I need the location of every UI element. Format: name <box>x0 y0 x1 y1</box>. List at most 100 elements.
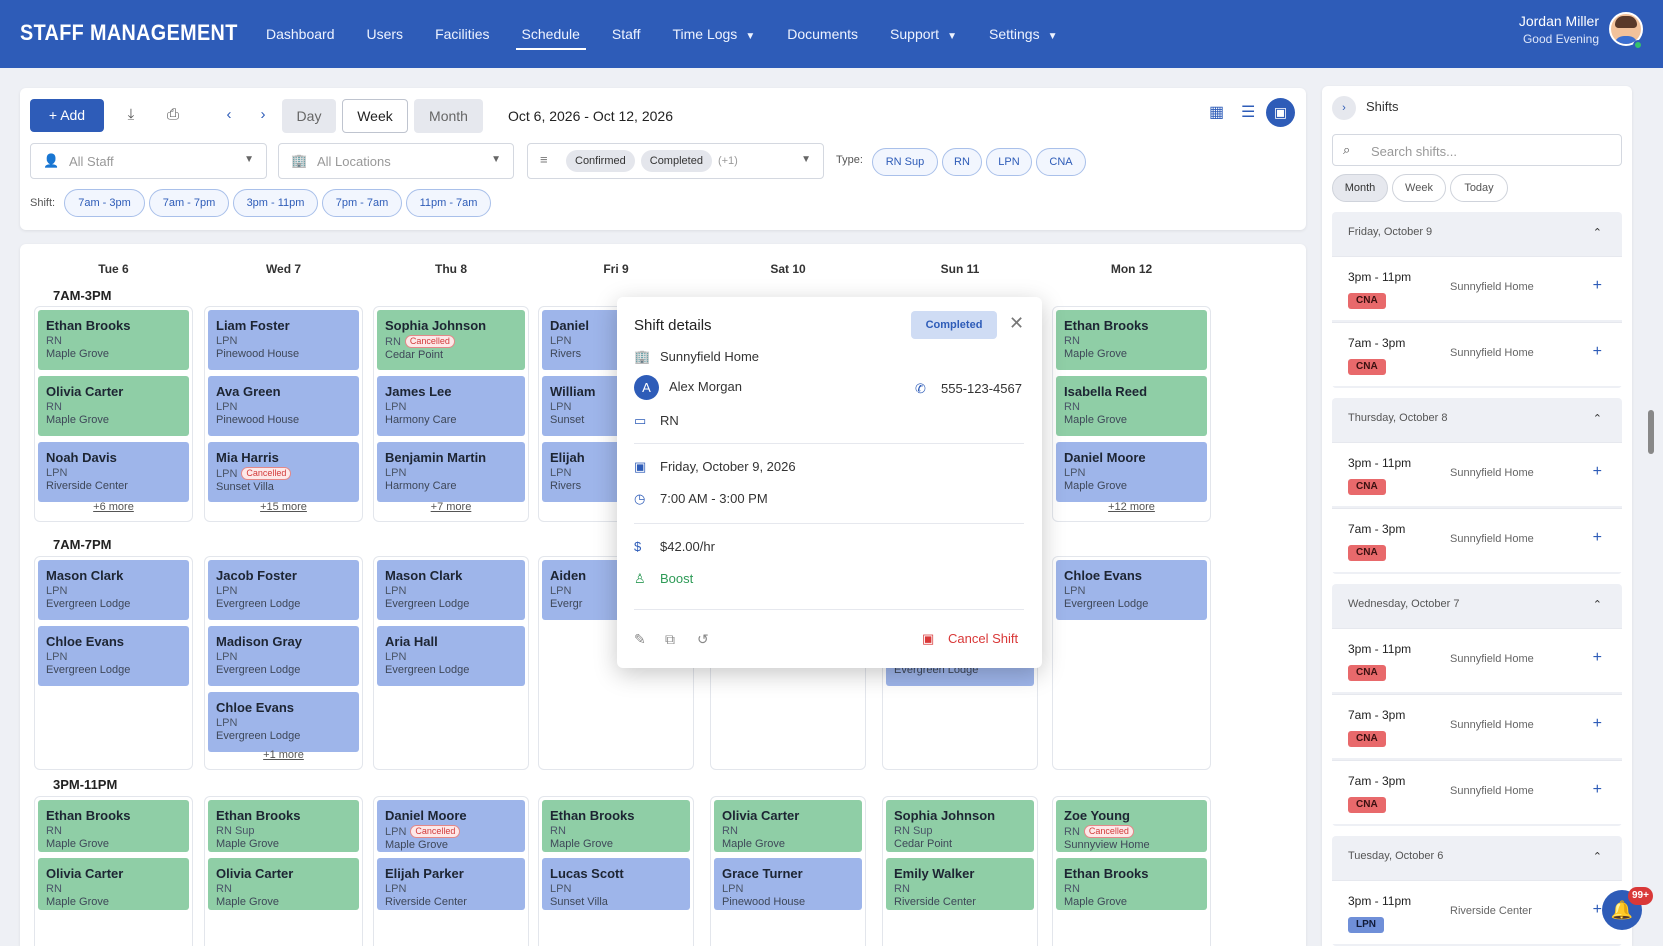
shift-card[interactable]: Noah Davis LPN Riverside Center <box>38 442 189 502</box>
shift-card[interactable]: Isabella Reed RN Maple Grove <box>1056 376 1207 436</box>
shift-card[interactable]: Ethan Brooks RN Maple Grove <box>38 310 189 370</box>
shift-list-item[interactable]: 3pm - 11pm LPN Riverside Center + <box>1332 880 1622 944</box>
shift-card[interactable]: Elijah Parker LPN Riverside Center <box>377 858 525 910</box>
list-view-icon[interactable]: ☰ <box>1241 102 1255 122</box>
edit-icon[interactable]: ✎ <box>634 631 646 648</box>
shift-card[interactable]: Ethan Brooks RN Maple Grove <box>1056 858 1207 910</box>
plus-icon[interactable]: + <box>1593 463 1602 481</box>
plus-icon[interactable]: + <box>1593 781 1602 799</box>
type-pill-lpn[interactable]: LPN <box>986 148 1032 176</box>
shift-card[interactable]: Ethan Brooks RN Maple Grove <box>1056 310 1207 370</box>
shift-pill-11pm-7am[interactable]: 11pm - 7am <box>406 189 491 217</box>
shift-card[interactable]: Olivia Carter RN Maple Grove <box>38 376 189 436</box>
shift-pill-7pm-7am[interactable]: 7pm - 7am <box>322 189 402 217</box>
shift-card[interactable]: Chloe Evans LPN Evergreen Lodge <box>1056 560 1207 620</box>
scrollbar[interactable] <box>1648 410 1654 454</box>
chevron-up-icon[interactable]: ⌃ <box>1593 226 1602 239</box>
type-pill-rn[interactable]: RN <box>942 148 982 176</box>
shift-list-item[interactable]: 3pm - 11pm CNA Sunnyfield Home + <box>1332 442 1622 506</box>
shift-card[interactable]: Daniel Moore LPN Cancelled Maple Grove <box>377 800 525 852</box>
boost-link[interactable]: Boost <box>660 571 693 586</box>
nav-item-schedule[interactable]: Schedule <box>506 0 596 68</box>
more-shifts-link[interactable]: +12 more <box>1052 501 1211 513</box>
shift-card[interactable]: Grace Turner LPN Pinewood House <box>714 858 862 910</box>
shift-pill-7am-7pm[interactable]: 7am - 7pm <box>149 189 229 217</box>
tab-today[interactable]: Today <box>1450 174 1508 202</box>
nav-item-support[interactable]: Support ▼ <box>874 0 973 68</box>
shift-card[interactable]: Chloe Evans LPN Evergreen Lodge <box>208 692 359 752</box>
boost-row[interactable]: ♙ Boost <box>634 571 693 587</box>
nav-item-dashboard[interactable]: Dashboard <box>250 0 351 68</box>
shift-card[interactable]: Olivia Carter RN Maple Grove <box>38 858 189 910</box>
shift-card[interactable]: Jacob Foster LPN Evergreen Lodge <box>208 560 359 620</box>
view-week-button[interactable]: Week <box>342 99 408 133</box>
shift-card[interactable]: Madison Gray LPN Evergreen Lodge <box>208 626 359 686</box>
prev-week-icon[interactable]: ‹ <box>216 102 242 128</box>
copy-icon[interactable]: ⧉ <box>665 631 675 648</box>
staff-name[interactable]: Alex Morgan <box>669 379 742 394</box>
nav-item-documents[interactable]: Documents <box>771 0 874 68</box>
shift-pill-7am-3pm[interactable]: 7am - 3pm <box>64 189 145 217</box>
shift-card[interactable]: Olivia Carter RN Maple Grove <box>714 800 862 852</box>
status-chip-completed[interactable]: Completed <box>640 150 712 172</box>
shift-card[interactable]: Lucas Scott LPN Sunset Villa <box>542 858 690 910</box>
shift-card[interactable]: Ava Green LPN Pinewood House <box>208 376 359 436</box>
shift-card[interactable]: Daniel Moore LPN Maple Grove <box>1056 442 1207 502</box>
shift-card[interactable]: Mason Clark LPNEvergreen Lodge <box>377 560 525 620</box>
collapse-chevron-icon[interactable]: › <box>1332 96 1356 120</box>
shift-list-item[interactable]: 3pm - 11pm CNA Sunnyfield Home + <box>1332 256 1622 320</box>
shift-card[interactable]: Liam Foster LPN Pinewood House <box>208 310 359 370</box>
user-menu[interactable]: Jordan Miller Good Evening <box>1519 12 1643 46</box>
shift-card[interactable]: Sophia Johnson RN Sup Cedar Point <box>886 800 1034 852</box>
nav-item-time-logs[interactable]: Time Logs ▼ <box>656 0 771 68</box>
next-week-icon[interactable]: › <box>250 102 276 128</box>
search-input[interactable]: ⌕ Search shifts... <box>1332 134 1622 166</box>
brand-logo[interactable]: STAFF MANAGEMENT <box>20 20 238 46</box>
grid-view-icon[interactable]: ▦ <box>1209 102 1224 122</box>
shift-card[interactable]: Aria Hall LPN Evergreen Lodge <box>377 626 525 686</box>
cancel-shift-label[interactable]: Cancel Shift <box>948 631 1018 646</box>
cancel-shift-button[interactable]: ▣ Cancel Shift <box>922 631 1018 647</box>
staff-phone[interactable]: 555-123-4567 <box>941 381 1022 396</box>
plus-icon[interactable]: + <box>1593 529 1602 547</box>
type-pill-cna[interactable]: CNA <box>1036 148 1086 176</box>
shift-card[interactable]: Mia Harris LPN Cancelled Sunset Villa <box>208 442 359 502</box>
location-filter-dropdown[interactable]: 🏢 All Locations ▼ <box>278 143 514 179</box>
tab-month[interactable]: Month <box>1332 174 1388 202</box>
shift-list-item[interactable]: 7am - 3pm CNA Sunnyfield Home + <box>1332 694 1622 758</box>
status-chip-confirmed[interactable]: Confirmed <box>566 150 635 172</box>
more-shifts-link[interactable]: +1 more <box>204 749 363 761</box>
shift-list-item[interactable]: 7am - 3pm CNA Sunnyfield Home + <box>1332 508 1622 572</box>
plus-icon[interactable]: + <box>1593 715 1602 733</box>
shift-card[interactable]: Emily Walker RN Riverside Center <box>886 858 1034 910</box>
chevron-up-icon[interactable]: ⌃ <box>1593 412 1602 425</box>
shift-list-item[interactable]: 7am - 3pm CNA Sunnyfield Home + <box>1332 760 1622 824</box>
shift-card[interactable]: Benjamin Martin LPN Harmony Care <box>377 442 525 502</box>
more-shifts-link[interactable]: +15 more <box>204 501 363 513</box>
shift-card[interactable]: Ethan Brooks RN Sup Maple Grove <box>208 800 359 852</box>
calendar-view-icon[interactable]: ▣ <box>1266 98 1295 127</box>
download-icon[interactable]: ⤓ <box>118 102 144 128</box>
plus-icon[interactable]: + <box>1593 343 1602 361</box>
shift-list-item[interactable]: 7am - 3pm CNA Sunnyfield Home + <box>1332 322 1622 386</box>
plus-icon[interactable]: + <box>1593 649 1602 667</box>
shift-card[interactable]: Ethan Brooks RN Maple Grove <box>38 800 189 852</box>
phone-row[interactable]: ✆ 555-123-4567 <box>915 381 1022 397</box>
shift-list-item[interactable]: 3pm - 11pm CNA Sunnyfield Home + <box>1332 628 1622 692</box>
shift-pill-3pm-11pm[interactable]: 3pm - 11pm <box>233 189 318 217</box>
more-shifts-link[interactable]: +6 more <box>34 501 193 513</box>
shift-card[interactable]: James Lee LPN Harmony Care <box>377 376 525 436</box>
tab-week[interactable]: Week <box>1392 174 1446 202</box>
chevron-up-icon[interactable]: ⌃ <box>1593 598 1602 611</box>
view-day-button[interactable]: Day <box>282 99 336 133</box>
status-filter-dropdown[interactable]: ≡ Confirmed Completed (+1) ▼ <box>527 143 824 179</box>
history-icon[interactable]: ↺ <box>697 631 709 648</box>
shift-card[interactable]: Mason Clark LPNEvergreen Lodge <box>38 560 189 620</box>
nav-item-facilities[interactable]: Facilities <box>419 0 505 68</box>
chevron-up-icon[interactable]: ⌃ <box>1593 850 1602 863</box>
view-month-button[interactable]: Month <box>414 99 483 133</box>
add-button[interactable]: + Add <box>30 99 104 132</box>
print-icon[interactable]: ⎙ <box>160 102 186 128</box>
plus-icon[interactable]: + <box>1593 901 1602 919</box>
nav-item-staff[interactable]: Staff <box>596 0 657 68</box>
